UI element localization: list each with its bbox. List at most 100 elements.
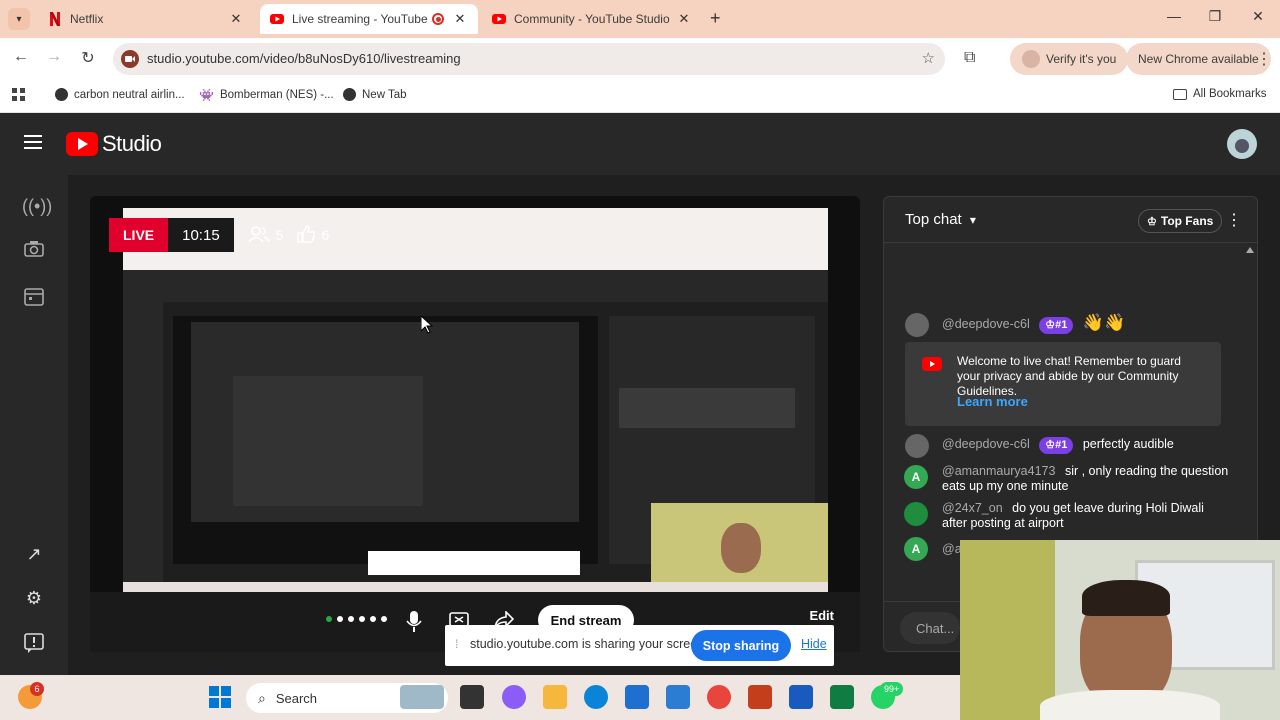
avatar	[904, 502, 928, 526]
live-badge: LIVE	[109, 218, 169, 252]
chat-welcome-banner: Welcome to live chat! Remember to guard …	[905, 342, 1221, 426]
viewer-count-value: 5	[275, 227, 284, 243]
scroll-up-icon[interactable]	[1246, 247, 1254, 253]
chat-mode-dropdown[interactable]: Top chat ▾	[905, 211, 976, 228]
thumbs-up-icon	[297, 224, 316, 246]
bookmark-bomberman[interactable]: 👾 Bomberman (NES) -...	[199, 88, 334, 102]
feedback-icon[interactable]	[22, 633, 46, 657]
close-window-icon[interactable]: ✕	[1236, 8, 1280, 25]
studio-sidebar: ((•)) ↗ ⚙	[0, 175, 68, 675]
chat-mode-label: Top chat	[905, 211, 962, 228]
calendar-icon[interactable]	[22, 286, 46, 310]
hide-button[interactable]: Hide	[801, 637, 827, 651]
profile-icon	[1022, 50, 1040, 68]
studio-logo[interactable]: Studio	[66, 131, 162, 157]
verify-identity-button[interactable]: Verify it's you	[1010, 43, 1129, 75]
tab-label: Netflix	[70, 12, 104, 26]
snipping-tool-icon[interactable]	[666, 685, 690, 709]
browser-toolbar: ← → ↻ studio.youtube.com/video/b8uNosDy6…	[0, 38, 1280, 80]
reload-icon[interactable]: ↻	[77, 48, 99, 68]
browser-tab-strip: ▾ Netflix ✕ Live streaming - YouTube Stu…	[0, 0, 1280, 38]
bookmarks-bar: carbon neutral airlin... 👾 Bomberman (NE…	[0, 80, 1280, 113]
apps-grid-icon[interactable]	[12, 88, 25, 101]
avatar: A	[904, 537, 928, 561]
tab-netflix[interactable]: Netflix ✕	[38, 4, 254, 34]
chat-header: Top chat ▾ ♔ Top Fans ⋮	[884, 197, 1257, 243]
external-link-icon[interactable]: ↗	[22, 544, 46, 568]
new-tab-button[interactable]: +	[710, 8, 721, 29]
update-label: New Chrome available	[1138, 52, 1259, 66]
webcam-overlay	[960, 540, 1280, 720]
stream-duration: 10:15	[168, 218, 234, 252]
youtube-icon	[922, 357, 942, 371]
tab-close-icon[interactable]: ✕	[676, 11, 692, 27]
drag-handle-icon[interactable]: ⁞	[455, 637, 458, 651]
search-label: Search	[275, 690, 318, 706]
bookmark-label: New Tab	[362, 88, 407, 101]
back-icon[interactable]: ←	[10, 48, 32, 66]
settings-gear-icon[interactable]: ⚙	[22, 588, 46, 612]
bookmark-carbon[interactable]: carbon neutral airlin...	[55, 88, 185, 101]
tab-label: Community - YouTube Studio	[514, 12, 670, 26]
weather-badge: 6	[30, 682, 44, 696]
chat-input[interactable]: Chat...	[900, 612, 960, 644]
preview-taskbar	[123, 582, 828, 592]
stream-preview[interactable]	[123, 208, 828, 592]
edge-icon[interactable]	[584, 685, 608, 709]
task-view-icon[interactable]	[460, 685, 484, 709]
top-fans-button[interactable]: ♔ Top Fans	[1138, 209, 1223, 233]
search-icon: ⌕	[258, 689, 266, 706]
audio-level-meter	[326, 616, 387, 622]
extensions-icon[interactable]: ⧉	[964, 49, 975, 67]
hamburger-menu-icon[interactable]	[24, 135, 42, 154]
chat-message: @amanmaurya4173 sir , only reading the q…	[942, 464, 1232, 494]
tab-live-streaming[interactable]: Live streaming - YouTube Studio ✕	[260, 4, 478, 34]
camera-icon[interactable]	[22, 241, 46, 265]
studio-logo-text: Studio	[102, 131, 162, 156]
copilot-icon[interactable]	[502, 685, 526, 709]
url-text: studio.youtube.com/video/b8uNosDy610/liv…	[147, 51, 461, 66]
store-icon[interactable]	[625, 685, 649, 709]
live-status-overlay: LIVE 10:15 5 6	[109, 218, 329, 252]
tab-search-button[interactable]: ▾	[8, 8, 30, 30]
file-explorer-icon[interactable]	[543, 685, 567, 709]
chrome-icon[interactable]	[707, 685, 731, 709]
excel-icon[interactable]	[830, 685, 854, 709]
chat-message: @deepdove-c6l ♔ #1 perfectly audible	[942, 437, 1262, 454]
edit-button[interactable]: Edit	[809, 608, 834, 623]
site-info-icon[interactable]	[121, 50, 139, 68]
youtube-logo-icon	[66, 132, 98, 156]
tab-close-icon[interactable]: ✕	[452, 11, 468, 27]
powerpoint-icon[interactable]	[748, 685, 772, 709]
like-count-value: 6	[321, 227, 330, 243]
whatsapp-badge: 99+	[880, 682, 904, 696]
word-icon[interactable]	[789, 685, 813, 709]
chat-text: perfectly audible	[1082, 437, 1174, 451]
chevron-down-icon: ▾	[969, 213, 976, 227]
tab-close-icon[interactable]: ✕	[228, 11, 244, 27]
chrome-update-button[interactable]: New Chrome available	[1126, 43, 1271, 75]
avatar	[905, 434, 929, 458]
all-bookmarks[interactable]: All Bookmarks	[1173, 88, 1267, 100]
minimize-icon[interactable]: —	[1152, 8, 1196, 24]
preview-video	[173, 316, 598, 564]
maximize-icon[interactable]: ❐	[1193, 8, 1237, 25]
microphone-icon[interactable]	[406, 611, 422, 638]
tab-community[interactable]: Community - YouTube Studio ✕	[482, 4, 702, 34]
forward-icon[interactable]: →	[43, 48, 65, 66]
more-options-icon[interactable]: ⋮	[1226, 210, 1242, 230]
viewer-count: 5	[248, 225, 284, 245]
verify-label: Verify it's you	[1046, 52, 1117, 66]
bookmark-new-tab[interactable]: New Tab	[343, 88, 407, 101]
chrome-menu-icon[interactable]: ⋮	[1256, 49, 1272, 69]
address-bar[interactable]: studio.youtube.com/video/b8uNosDy610/liv…	[113, 43, 945, 75]
learn-more-link[interactable]: Learn more	[957, 394, 1028, 409]
live-broadcast-icon[interactable]: ((•))	[22, 196, 52, 220]
stop-sharing-button[interactable]: Stop sharing	[691, 630, 791, 661]
bookmark-star-icon[interactable]: ☆	[922, 49, 935, 67]
member-badge: ♔ #1	[1039, 437, 1074, 454]
viewers-icon	[248, 225, 270, 245]
windows-start-icon[interactable]	[209, 686, 231, 713]
account-avatar[interactable]	[1227, 129, 1257, 159]
recording-icon	[432, 13, 444, 25]
